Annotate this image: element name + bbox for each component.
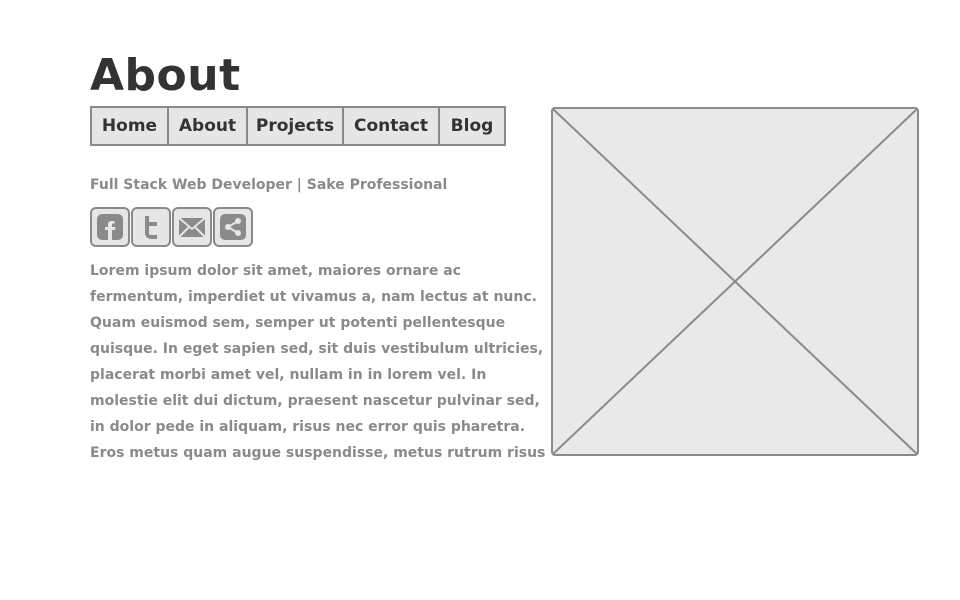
twitter-button[interactable] <box>131 207 171 247</box>
page-title: About <box>90 50 241 101</box>
share-button[interactable] <box>213 207 253 247</box>
profile-bio: Lorem ipsum dolor sit amet, maiores orna… <box>90 263 546 460</box>
share-icon <box>220 214 246 240</box>
twitter-icon <box>144 216 157 239</box>
nav-item-about[interactable]: About <box>167 108 246 144</box>
email-button[interactable] <box>172 207 212 247</box>
social-buttons <box>90 207 253 247</box>
nav-item-blog[interactable]: Blog <box>438 108 504 144</box>
image-placeholder <box>551 107 919 456</box>
main-nav: Home About Projects Contact Blog <box>90 106 506 146</box>
facebook-icon <box>97 214 123 240</box>
email-icon <box>178 217 206 238</box>
nav-item-contact[interactable]: Contact <box>342 108 438 144</box>
nav-item-projects[interactable]: Projects <box>246 108 342 144</box>
facebook-button[interactable] <box>90 207 130 247</box>
profile-subtitle: Full Stack Web Developer | Sake Professi… <box>90 177 448 193</box>
nav-item-home[interactable]: Home <box>92 108 167 144</box>
